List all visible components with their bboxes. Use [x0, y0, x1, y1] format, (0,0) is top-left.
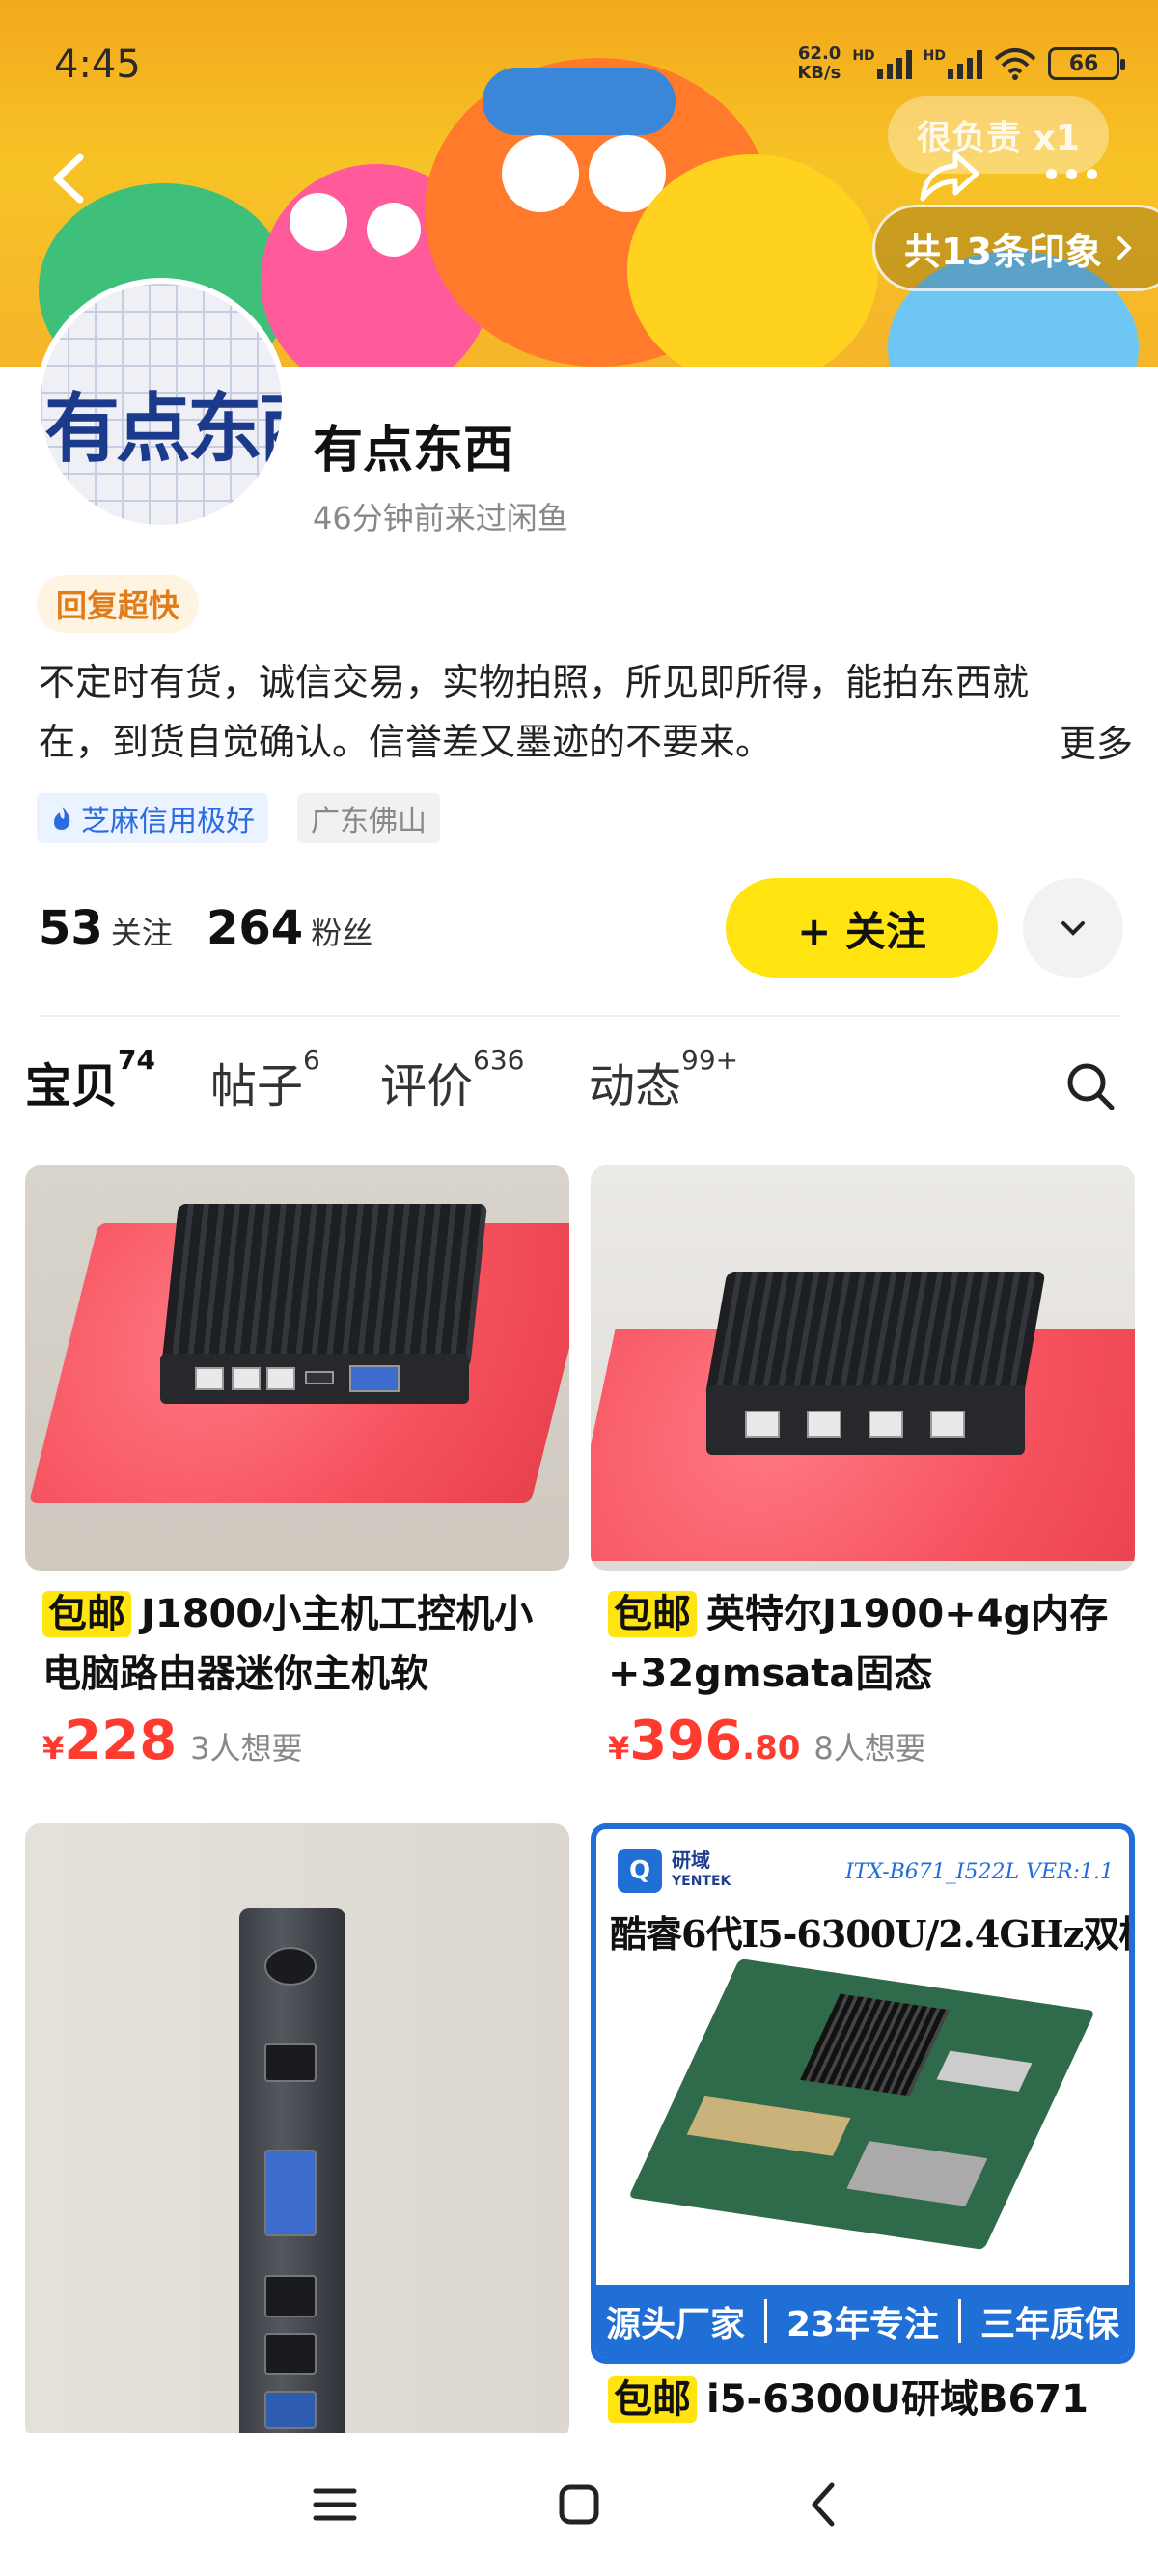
wifi-icon: [994, 48, 1036, 80]
credit-tag[interactable]: 芝麻信用极好: [37, 793, 268, 843]
menu-icon: [313, 2488, 357, 2521]
tab-activity[interactable]: 动态99+: [589, 1044, 738, 1115]
product-title[interactable]: 包邮 英特尔J1900+4g内存+32gmsata固态: [591, 1584, 1135, 1704]
product-title[interactable]: 包邮 i5-6300U研域B671: [591, 2370, 1135, 2429]
followers-stat[interactable]: 264 粉丝: [207, 901, 372, 955]
shop-bio: 不定时有货，诚信交易，实物拍照，所见即所得，能拍东西就在，到货自觉确认。信誉差又…: [39, 661, 1030, 763]
product-image[interactable]: [591, 1165, 1135, 1571]
price-row: ¥228 3人想要: [42, 1710, 303, 1772]
last-seen-text: 46分钟前来过闲鱼: [313, 500, 568, 536]
tab-reviews[interactable]: 评价636: [380, 1044, 524, 1115]
more-options-dropdown[interactable]: [1023, 878, 1123, 978]
signal-icon-2: HD: [924, 48, 982, 79]
cartoon-yellow-character: [627, 154, 878, 367]
home-nav-button[interactable]: [550, 2476, 608, 2534]
tab-items[interactable]: 宝贝74: [23, 1044, 155, 1115]
share-icon: [920, 151, 979, 202]
back-nav-button[interactable]: [794, 2476, 852, 2534]
product-card[interactable]: [25, 1823, 569, 2441]
shop-name: 有点东西: [313, 422, 514, 480]
free-shipping-tag: 包邮: [42, 1591, 131, 1637]
divider: [39, 1015, 1121, 1017]
price-row: ¥396.80 8人想要: [608, 1710, 926, 1772]
location-tag: 广东佛山: [297, 793, 440, 843]
brand-logo: Q 研域 YENTEK: [618, 1849, 731, 1893]
brand-mark-icon: Q: [618, 1849, 662, 1893]
free-shipping-tag: 包邮: [608, 1591, 697, 1637]
free-shipping-tag: 包邮: [608, 2376, 697, 2423]
product-card[interactable]: 包邮 J1800小主机工控机小电脑路由器迷你主机软 ¥228 3人想要: [25, 1165, 569, 1772]
back-arrow-icon: [812, 2482, 835, 2527]
shop-avatar[interactable]: 有点东西: [35, 278, 288, 531]
chevron-right-icon: [1117, 236, 1132, 260]
fast-reply-tag: 回复超快: [37, 575, 200, 633]
more-dots-icon: [1045, 168, 1097, 179]
system-navigation-bar: [0, 2433, 1158, 2576]
menu-nav-button[interactable]: [306, 2476, 364, 2534]
share-button[interactable]: [915, 143, 982, 210]
board-model: ITX-B671_I522L VER:1.1: [844, 1860, 1114, 1884]
more-button[interactable]: [1033, 145, 1110, 203]
product-image[interactable]: [25, 1823, 569, 2441]
impressions-button[interactable]: 共13条印象: [872, 205, 1158, 291]
wants-count: 8人想要: [813, 1730, 926, 1767]
network-speed: 62.0 KB/s: [797, 43, 841, 83]
product-image[interactable]: [25, 1165, 569, 1571]
follow-button[interactable]: + 关注: [726, 878, 998, 978]
status-time: 4:45: [54, 42, 141, 87]
motherboard-image: [628, 1959, 1095, 2250]
chevron-left-icon: [53, 153, 84, 204]
credit-flame-icon: [54, 807, 70, 830]
promo-banner: 源头厂家 23年专注 三年质保: [596, 2285, 1129, 2358]
status-icons: 62.0 KB/s HD HD 66: [797, 43, 1125, 83]
product-title[interactable]: 包邮 J1800小主机工控机小电脑路由器迷你主机软: [25, 1584, 569, 1704]
product-card[interactable]: Q 研域 YENTEK ITX-B671_I522L VER:1.1 酷睿6代I…: [591, 1823, 1135, 2429]
search-icon: [1067, 1063, 1115, 1110]
signal-icon: HD: [852, 48, 912, 79]
wants-count: 3人想要: [190, 1730, 303, 1767]
tab-posts[interactable]: 帖子6: [210, 1044, 320, 1115]
following-stat[interactable]: 53 关注: [39, 901, 173, 955]
back-button[interactable]: [35, 145, 102, 212]
product-image[interactable]: Q 研域 YENTEK ITX-B671_I522L VER:1.1 酷睿6代I…: [591, 1823, 1135, 2364]
home-square-icon: [559, 2484, 599, 2525]
search-button[interactable]: [1062, 1057, 1119, 1115]
product-card[interactable]: 包邮 英特尔J1900+4g内存+32gmsata固态 ¥396.80 8人想要: [591, 1165, 1135, 1772]
bio-more-link[interactable]: 更多: [1040, 714, 1134, 767]
cpu-headline: 酷睿6代I5-6300U/2.4GHz双核: [610, 1912, 1129, 1956]
chevron-down-icon: [1062, 921, 1085, 936]
battery-icon: 66: [1048, 47, 1125, 80]
